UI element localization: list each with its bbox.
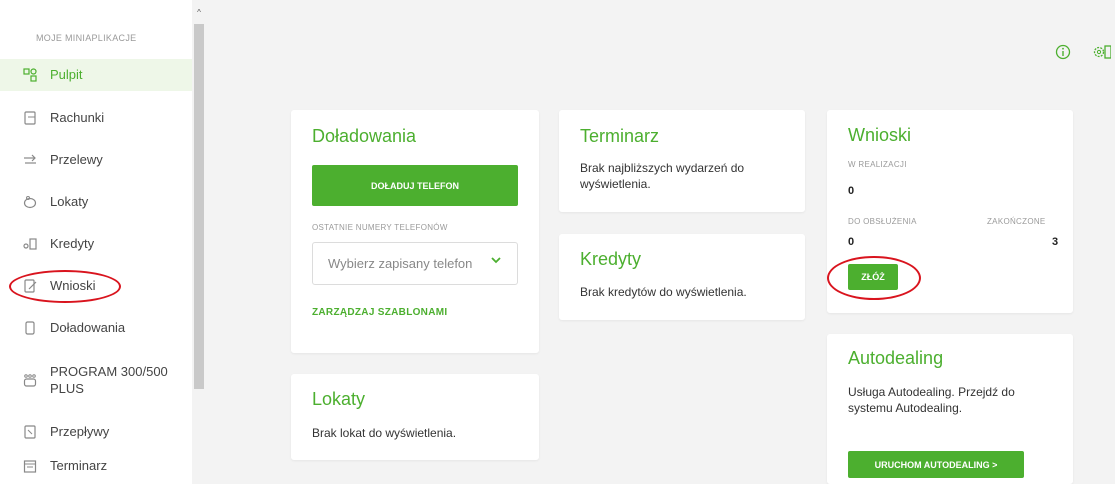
sidebar-item-label: Przelewy [50, 152, 103, 167]
to-handle-label: DO OBSŁUŻENIA [848, 217, 917, 226]
sidebar-item-doladowania[interactable]: Doładowania [0, 318, 192, 338]
scroll-thumb[interactable] [194, 24, 204, 389]
phone-topup-icon [23, 321, 37, 335]
sidebar-item-lokaty[interactable]: Lokaty [0, 192, 192, 212]
transfers-icon [23, 153, 37, 167]
sidebar-item-rachunki[interactable]: Rachunki [0, 108, 192, 128]
family-program-icon [23, 373, 37, 387]
manage-templates-link[interactable]: ZARZĄDZAJ SZABLONAMI [312, 307, 447, 318]
card-title: Terminarz [580, 126, 660, 146]
card-title: Autodealing [848, 348, 944, 368]
select-placeholder: Wybierz zapisany telefon [328, 256, 473, 271]
in-progress-value: 0 [848, 185, 855, 197]
card-title: Kredyty [580, 249, 642, 269]
card-text: Brak kredytów do wyświetlenia. [580, 285, 747, 299]
sidebar-item-kredyty[interactable]: Kredyty [0, 234, 192, 254]
launch-autodealing-button[interactable]: URUCHOM AUTODEALING > [848, 451, 1024, 478]
sidebar-item-label: Kredyty [50, 236, 95, 251]
card-lokaty: Lokaty Brak lokat do wyświetlenia. [291, 374, 539, 460]
completed-label: ZAKOŃCZONE [987, 217, 1046, 226]
annotation-ellipse-wnioski-menu [9, 270, 121, 303]
chevron-down-icon [491, 256, 501, 267]
card-terminarz: Terminarz Brak najbliższych wydarzeń do … [559, 110, 805, 212]
sidebar-item-label: Lokaty [50, 194, 89, 209]
main-content: Doładowania DOŁADUJ TELEFON OSTATNIE NUM… [206, 0, 1115, 484]
sidebar-item-przelewy[interactable]: Przelewy [0, 150, 192, 170]
saved-phone-select[interactable]: Wybierz zapisany telefon [312, 242, 518, 285]
in-progress-label: W REALIZACJI [848, 160, 907, 169]
card-title: Wnioski [848, 125, 912, 145]
card-text: Usługa Autodealing. Przejdź do systemu A… [848, 385, 1015, 415]
card-text: Brak najbliższych wydarzeń do wyświetlen… [580, 161, 745, 191]
accounts-icon [23, 111, 37, 125]
deposits-icon [23, 195, 37, 209]
card-text: Brak lokat do wyświetlenia. [312, 426, 457, 440]
sidebar-item-label: Doładowania [50, 320, 126, 335]
card-title: Lokaty [312, 389, 366, 409]
sidebar-item-label: Pulpit [50, 67, 83, 82]
sidebar: MOJE MINIAPLIKACJE Pulpit Rachunki Przel… [0, 0, 206, 484]
annotation-ellipse-zloz-button [827, 256, 921, 300]
credits-icon [23, 237, 37, 251]
calendar-icon [23, 459, 37, 473]
sidebar-item-przeplywy[interactable]: Przepływy [0, 422, 192, 442]
sidebar-item-label: Przepływy [50, 424, 110, 439]
sidebar-item-label: Terminarz [50, 458, 108, 473]
top-up-phone-button[interactable]: DOŁADUJ TELEFON [312, 165, 518, 206]
recent-numbers-label: OSTATNIE NUMERY TELEFONÓW [312, 223, 448, 232]
sidebar-item-pulpit[interactable]: Pulpit [0, 59, 192, 91]
card-autodealing: Autodealing Usługa Autodealing. Przejdź … [827, 334, 1073, 484]
sidebar-item-label: Rachunki [50, 110, 105, 125]
sidebar-item-program-300-500[interactable]: PROGRAM 300/500 PLUS [0, 360, 192, 400]
sidebar-item-terminarz[interactable]: Terminarz [0, 456, 192, 476]
card-doladowania: Doładowania DOŁADUJ TELEFON OSTATNIE NUM… [291, 110, 539, 353]
card-kredyty: Kredyty Brak kredytów do wyświetlenia. [559, 234, 805, 320]
card-title: Doładowania [312, 126, 417, 146]
sidebar-item-label: PROGRAM 300/500 PLUS [50, 364, 168, 396]
info-icon[interactable] [1055, 44, 1071, 65]
completed-value: 3 [1052, 236, 1059, 248]
cashflow-icon [23, 425, 37, 439]
sidebar-scrollbar[interactable]: ^ [192, 0, 206, 484]
sidebar-header: MOJE MINIAPLIKACJE [36, 33, 137, 43]
dashboard-icon [23, 68, 37, 82]
to-handle-value: 0 [848, 236, 855, 248]
settings-icon[interactable] [1093, 44, 1112, 65]
scroll-up-arrow-icon[interactable]: ^ [192, 8, 206, 17]
